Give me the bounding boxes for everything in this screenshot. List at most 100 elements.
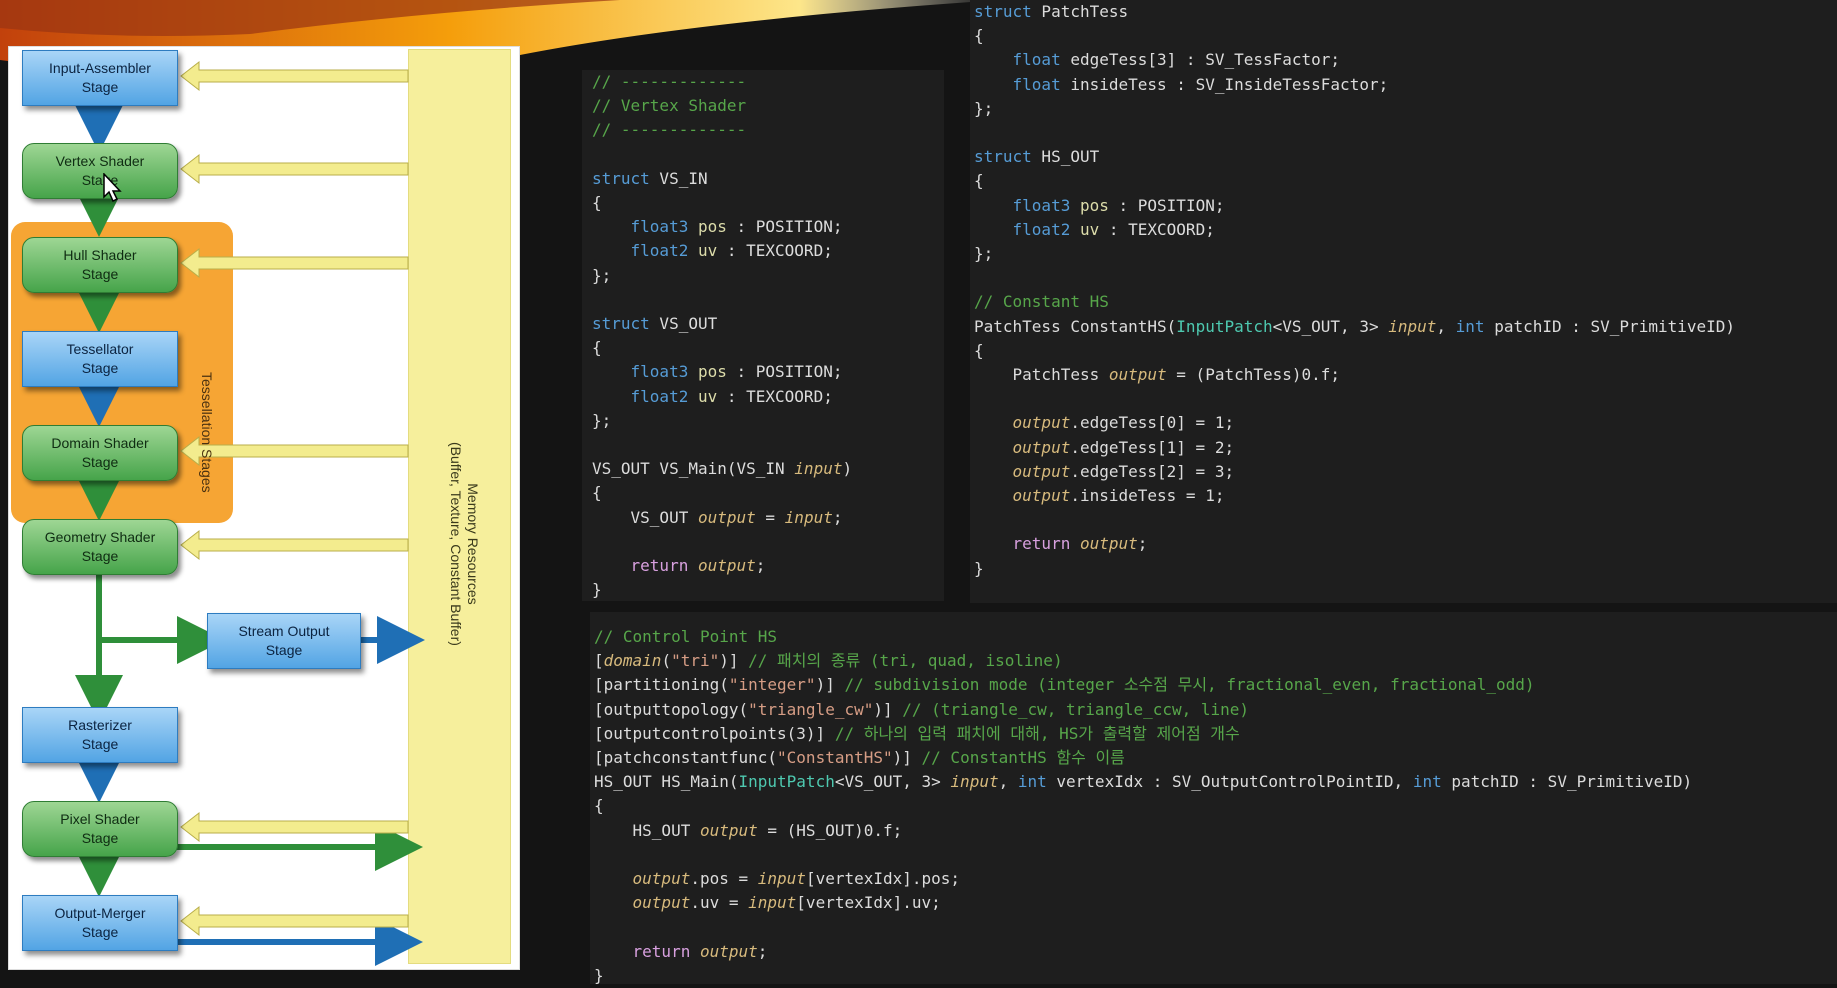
code-token: float — [1012, 50, 1061, 70]
memory-arrow — [180, 60, 409, 92]
memory-arrow — [180, 529, 409, 561]
code-token: }; — [974, 98, 994, 118]
code-line: // Vertex Shader — [592, 94, 746, 118]
code-token: VS_OUT — [649, 314, 718, 333]
code-line: }; — [592, 264, 611, 288]
code-token: .uv = — [690, 893, 749, 913]
code-line: output.edgeTess[0] = 1; — [974, 411, 1235, 435]
code-line: output.edgeTess[1] = 2; — [974, 436, 1235, 460]
code-token: = (HS_OUT)0.f; — [757, 820, 903, 840]
memory-label-line1: Memory Resources — [465, 483, 481, 605]
code-token: // Vertex Shader — [592, 96, 747, 116]
code-line: { — [592, 191, 602, 215]
pipeline-diagram: Memory Resources (Buffer, Texture, Const… — [8, 46, 520, 970]
code-token: pos — [697, 217, 727, 237]
code-token: [ — [594, 651, 604, 671]
code-token: ( — [661, 651, 672, 671]
code-line: VS_OUT VS_Main(VS_IN input) — [592, 457, 852, 481]
memory-arrow — [180, 811, 409, 843]
code-token: )] — [892, 748, 922, 767]
code-token: int — [1017, 772, 1047, 792]
code-token: vertexIdx : SV_OutputControlPointID, — [1046, 772, 1413, 792]
code-token: ; — [757, 941, 768, 961]
code-token: float2 — [630, 241, 689, 261]
code-line: }; — [592, 409, 611, 433]
code-token: patchID : SV_PrimitiveID) — [1484, 316, 1736, 336]
code-token: "tri" — [671, 651, 720, 671]
code-line: HS_OUT HS_Main(InputPatch<VS_OUT, 3> inp… — [594, 770, 1692, 794]
code-token: // ConstantHS 함수 이름 — [921, 748, 1125, 767]
code-token: : TEXCOORD; — [717, 241, 833, 261]
code-token: input — [1388, 316, 1437, 336]
code-token: [partitioning( — [594, 675, 729, 695]
code-token: output — [1012, 461, 1071, 481]
stage-pixel-shader: Pixel Shader Stage — [22, 801, 178, 857]
code-token: : TEXCOORD; — [1099, 219, 1215, 239]
code-token: struct — [592, 314, 650, 333]
memory-label-line2: (Buffer, Texture, Constant Buffer) — [448, 442, 464, 646]
code-line: // ------------- — [592, 70, 746, 94]
stage-input-assembler: Input-Assembler Stage — [22, 50, 178, 106]
code-line: } — [592, 578, 602, 602]
code-line: // ------------- — [592, 118, 746, 142]
code-line: float2 uv : TEXCOORD; — [592, 239, 833, 263]
code-token: , — [998, 772, 1018, 792]
memory-resources-label: Memory Resources (Buffer, Texture, Const… — [447, 442, 481, 646]
code-token: : POSITION; — [726, 362, 843, 382]
code-token: [vertexIdx].pos; — [805, 869, 961, 888]
code-token: // 하나의 입력 패치에 대해, HS가 출력할 제어점 개수 — [834, 723, 1240, 743]
code-token: output — [697, 556, 756, 575]
code-token: } — [594, 965, 604, 985]
code-token: HS_OUT — [594, 820, 700, 840]
code-token: struct — [974, 2, 1032, 21]
code-token: insideTess : SV_InsideTessFactor; — [1060, 74, 1389, 94]
code-token: output — [699, 820, 758, 840]
code-line: float3 pos : POSITION; — [592, 360, 843, 384]
code-token: }; — [592, 265, 612, 285]
code-token: InputPatch — [738, 772, 835, 792]
code-token: struct — [974, 147, 1032, 167]
code-token: input — [784, 507, 833, 527]
code-token: PatchTess ConstantHS( — [974, 316, 1177, 336]
code-token: : TEXCOORD; — [717, 386, 833, 406]
code-token: "ConstantHS" — [777, 748, 893, 767]
code-token: } — [592, 580, 602, 600]
code-token: } — [974, 558, 984, 578]
code-token: = (PatchTess)0.f; — [1166, 365, 1341, 384]
code-token: = — [755, 507, 785, 527]
code-token: output — [699, 941, 758, 961]
code-token: output — [1012, 413, 1071, 433]
code-line: { — [974, 24, 984, 48]
memory-arrow — [180, 905, 409, 937]
code-token: PatchTess — [1031, 2, 1129, 21]
code-token: InputPatch — [1176, 316, 1273, 336]
code-token: uv — [697, 241, 718, 261]
code-token: : POSITION; — [726, 217, 843, 237]
code-token: edgeTess[3] : SV_TessFactor; — [1060, 50, 1341, 70]
code-line: output.insideTess = 1; — [974, 484, 1225, 508]
code-panel-patch-tess: struct PatchTess { float edgeTess[3] : SV… — [970, 0, 1837, 603]
code-token: output — [1079, 534, 1138, 554]
code-token: "integer" — [728, 675, 816, 695]
code-token: { — [592, 338, 602, 358]
code-line: { — [974, 169, 984, 193]
mouse-cursor-icon — [103, 173, 122, 203]
code-line: struct HS_OUT — [974, 145, 1099, 169]
code-token: )] — [815, 675, 845, 695]
code-token: ; — [755, 556, 766, 575]
code-line: [outputtopology("triangle_cw")] // (tria… — [594, 698, 1249, 722]
code-line: output.pos = input[vertexIdx].pos; — [594, 867, 961, 891]
